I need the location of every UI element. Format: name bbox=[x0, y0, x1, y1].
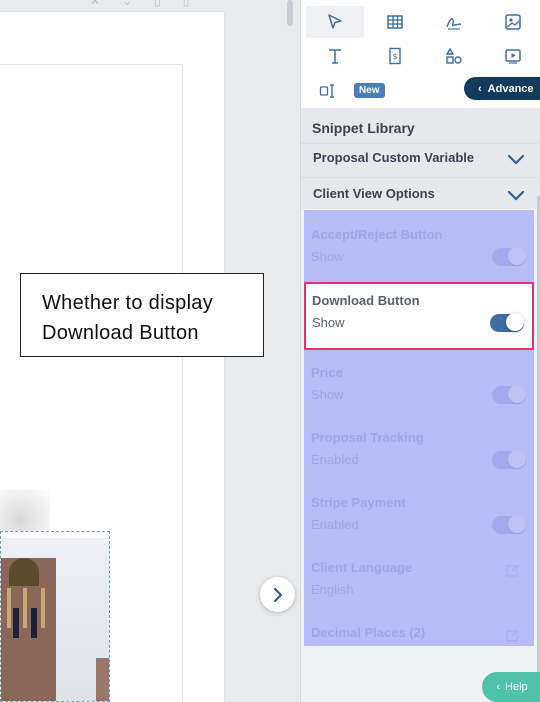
photo-building bbox=[96, 658, 109, 701]
expand-panel-button[interactable] bbox=[260, 577, 295, 612]
section-label: Client View Options bbox=[313, 186, 435, 201]
option-proposal-tracking: Proposal Tracking Enabled bbox=[304, 413, 534, 478]
edit-icon[interactable] bbox=[506, 628, 520, 642]
tool-table[interactable] bbox=[366, 6, 424, 38]
page-toolbar: ✕ ⌄ ▯ ▯ bbox=[90, 0, 189, 8]
tool-image[interactable] bbox=[484, 6, 540, 38]
price-document-icon: $ bbox=[389, 47, 401, 65]
tool-variable[interactable] bbox=[308, 75, 348, 107]
video-icon bbox=[505, 49, 521, 64]
new-badge: New bbox=[354, 83, 385, 98]
svg-text:$: $ bbox=[392, 52, 397, 61]
chevron-left-icon: ‹ bbox=[478, 82, 482, 95]
signature-icon bbox=[446, 18, 462, 30]
toggle-switch[interactable] bbox=[492, 450, 526, 469]
option-title: Client Language bbox=[311, 560, 413, 575]
tool-text[interactable] bbox=[306, 40, 364, 72]
trash-icon[interactable]: ▯ bbox=[183, 0, 190, 8]
option-price: Price Show bbox=[304, 348, 534, 413]
table-icon bbox=[387, 15, 403, 29]
option-title: Proposal Tracking bbox=[311, 430, 424, 445]
tool-video[interactable] bbox=[484, 40, 540, 72]
option-title: Stripe Payment bbox=[311, 495, 406, 510]
option-value: English bbox=[311, 582, 354, 597]
option-download-button: Download Button Show bbox=[304, 282, 534, 350]
chevron-down-icon[interactable]: ⌄ bbox=[122, 0, 132, 8]
photo-window bbox=[13, 608, 19, 638]
close-icon[interactable]: ✕ bbox=[90, 0, 100, 8]
help-button[interactable]: ‹ Help bbox=[482, 672, 540, 702]
option-title: Price bbox=[311, 365, 343, 380]
shapes-icon bbox=[445, 47, 462, 64]
photo-dome bbox=[9, 558, 39, 586]
section-client-view-options[interactable]: Client View Options bbox=[301, 177, 540, 209]
help-label: Help bbox=[505, 681, 528, 693]
chevron-down-icon bbox=[507, 190, 525, 201]
photo-column bbox=[7, 588, 11, 628]
image-block[interactable] bbox=[0, 531, 110, 702]
chevron-down-icon bbox=[507, 154, 525, 165]
option-client-language: Client Language English bbox=[304, 543, 534, 608]
advance-label: Advance bbox=[487, 82, 534, 95]
advance-button[interactable]: ‹ Advance bbox=[464, 77, 540, 100]
tool-select[interactable] bbox=[306, 6, 364, 38]
section-label: Proposal Custom Variable bbox=[313, 150, 475, 165]
option-stripe-payment: Stripe Payment Enabled bbox=[304, 478, 534, 543]
canvas-scrollbar[interactable] bbox=[287, 0, 293, 26]
option-title: Download Button bbox=[312, 293, 420, 308]
tool-pricing[interactable]: $ bbox=[366, 40, 424, 72]
photo-column bbox=[23, 588, 27, 628]
tool-shapes[interactable] bbox=[425, 40, 483, 72]
photo-tower bbox=[1, 558, 56, 701]
photo-window bbox=[31, 608, 37, 638]
option-title: Decimal Places (2) bbox=[311, 625, 426, 640]
text-icon bbox=[329, 49, 341, 64]
document-canvas: ✕ ⌄ ▯ ▯ Whether to display Download Butt… bbox=[0, 0, 300, 702]
text-field-icon bbox=[319, 84, 334, 98]
snippet-library-header: Snippet Library bbox=[301, 108, 540, 148]
photo-column bbox=[41, 588, 45, 628]
chevron-left-icon: ‹ bbox=[496, 681, 501, 693]
image-icon bbox=[505, 14, 521, 30]
chevron-right-icon bbox=[273, 587, 282, 602]
callout-line-1: Whether to display bbox=[42, 292, 214, 314]
toggle-switch[interactable] bbox=[492, 515, 526, 534]
copy-icon[interactable]: ▯ bbox=[154, 0, 161, 8]
building-photo bbox=[1, 538, 109, 701]
edit-icon[interactable] bbox=[506, 563, 520, 577]
toggle-switch[interactable] bbox=[492, 385, 526, 404]
section-proposal-custom-variable[interactable]: Proposal Custom Variable bbox=[301, 143, 540, 177]
element-toolbar: $ New ‹ Advance bbox=[301, 0, 540, 108]
option-decimal-places: Decimal Places (2) bbox=[304, 608, 534, 673]
toggle-switch[interactable] bbox=[492, 247, 526, 266]
toggle-switch[interactable] bbox=[490, 313, 524, 332]
option-title: Accept/Reject Button bbox=[311, 227, 443, 242]
cursor-icon bbox=[328, 14, 342, 29]
annotation-callout: Whether to display Download Button bbox=[20, 273, 264, 357]
option-accept-reject: Accept/Reject Button Show bbox=[304, 210, 534, 275]
tool-signature[interactable] bbox=[425, 6, 483, 38]
right-sidebar: $ New ‹ Advance Snippet Library Proposal… bbox=[300, 0, 540, 702]
client-view-options-list: Accept/Reject Button Show Download Butto… bbox=[304, 210, 534, 646]
callout-line-2: Download Button bbox=[42, 322, 199, 344]
